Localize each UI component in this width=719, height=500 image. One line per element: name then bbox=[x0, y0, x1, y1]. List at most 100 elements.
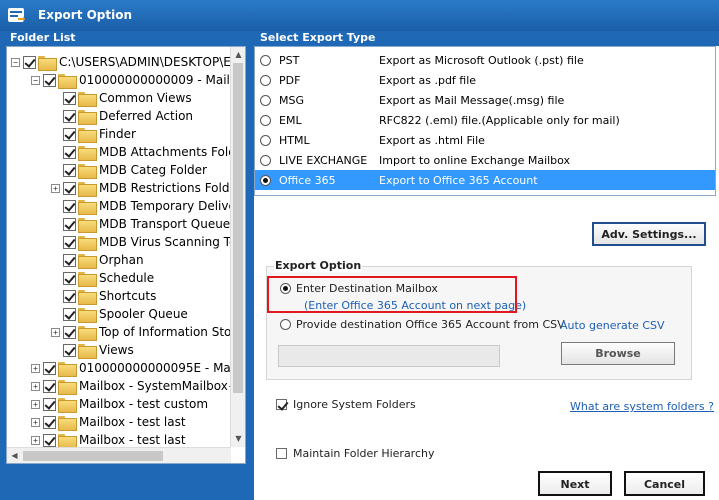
tree-node-checkbox[interactable] bbox=[63, 145, 76, 159]
expand-icon[interactable]: + bbox=[51, 327, 60, 337]
folder-icon bbox=[78, 235, 97, 251]
tree-node-checkbox[interactable] bbox=[63, 307, 76, 321]
tree-node[interactable]: − C:\USERS\ADMIN\DESKTOP\ED bbox=[11, 53, 231, 71]
export-settings-panel: PST Export as Microsoft Outlook (.pst) fi… bbox=[254, 46, 719, 500]
export-type-radio[interactable] bbox=[260, 174, 271, 186]
folder-tree-panel[interactable]: − C:\USERS\ADMIN\DESKTOP\ED − 0100000000000… bbox=[6, 46, 246, 464]
tree-node[interactable]: − 010000000000009 - Mailbox bbox=[31, 71, 231, 89]
export-type-radio[interactable] bbox=[260, 94, 271, 106]
tree-node[interactable]: MDB Transport Queue Fo bbox=[51, 215, 231, 233]
expand-icon[interactable]: + bbox=[31, 399, 40, 409]
tree-node-checkbox[interactable] bbox=[43, 433, 56, 447]
export-type-option[interactable]: PDF Export as .pdf file bbox=[255, 70, 715, 90]
export-type-name: EML bbox=[279, 113, 302, 127]
tree-node-label: MDB Temporary Delivery bbox=[99, 199, 231, 213]
tree-node[interactable]: Common Views bbox=[51, 89, 192, 107]
tree-node-checkbox[interactable] bbox=[43, 379, 56, 393]
tree-node[interactable]: Finder bbox=[51, 125, 136, 143]
tree-vertical-scrollbar[interactable]: ▲ ▼ bbox=[230, 47, 245, 447]
maintain-hierarchy-checkbox[interactable] bbox=[276, 448, 287, 459]
expand-icon[interactable]: + bbox=[31, 363, 40, 373]
tree-node-checkbox[interactable] bbox=[63, 253, 76, 267]
tree-node-checkbox[interactable] bbox=[63, 181, 76, 195]
tree-node[interactable]: Schedule bbox=[51, 269, 154, 287]
tree-node[interactable]: MDB Temporary Delivery bbox=[51, 197, 231, 215]
scroll-left-icon[interactable]: ◀ bbox=[7, 448, 22, 464]
export-type-radio[interactable] bbox=[260, 74, 271, 86]
tree-node[interactable]: Views bbox=[51, 341, 134, 359]
tree-node-checkbox[interactable] bbox=[63, 289, 76, 303]
tree-node-checkbox[interactable] bbox=[63, 235, 76, 249]
tree-node[interactable]: + Mailbox - SystemMailbox{80 bbox=[31, 377, 231, 395]
tree-node[interactable]: MDB Virus Scanning Ten bbox=[51, 233, 231, 251]
tree-node[interactable]: + MDB Restrictions Folder bbox=[51, 179, 231, 197]
tree-node-checkbox[interactable] bbox=[43, 361, 56, 375]
expand-icon[interactable]: + bbox=[31, 417, 40, 427]
collapse-icon[interactable]: − bbox=[31, 75, 40, 85]
title-bar: Export Option bbox=[0, 0, 719, 31]
tree-node[interactable]: + Mailbox - test last bbox=[31, 431, 186, 447]
tree-node-checkbox[interactable] bbox=[63, 325, 76, 339]
tree-node[interactable]: + Mailbox - test last bbox=[31, 413, 186, 431]
tree-node[interactable]: Shortcuts bbox=[51, 287, 156, 305]
browse-button[interactable]: Browse bbox=[561, 342, 675, 365]
tree-node[interactable]: MDB Attachments Folde bbox=[51, 143, 231, 161]
tree-node-label: Mailbox - test custom bbox=[79, 397, 209, 411]
export-type-name: HTML bbox=[279, 133, 310, 147]
tree-node[interactable]: MDB Categ Folder bbox=[51, 161, 207, 179]
tree-horizontal-thumb[interactable] bbox=[23, 451, 163, 461]
export-type-radio[interactable] bbox=[260, 114, 271, 126]
tree-node-checkbox[interactable] bbox=[63, 217, 76, 231]
tree-node[interactable]: + Mailbox - test custom bbox=[31, 395, 208, 413]
ignore-system-folders-row[interactable]: Ignore System Folders bbox=[276, 398, 416, 411]
export-type-option[interactable]: HTML Export as .html File bbox=[255, 130, 715, 150]
tree-node-checkbox[interactable] bbox=[63, 199, 76, 213]
tree-node-checkbox[interactable] bbox=[63, 91, 76, 105]
tree-node-checkbox[interactable] bbox=[43, 397, 56, 411]
folder-icon bbox=[58, 73, 77, 89]
tree-node-checkbox[interactable] bbox=[63, 109, 76, 123]
tree-node-checkbox[interactable] bbox=[43, 73, 56, 87]
export-type-option[interactable]: PST Export as Microsoft Outlook (.pst) fi… bbox=[255, 50, 715, 70]
tree-node[interactable]: +010000000000095E - Mailbox bbox=[31, 359, 231, 377]
tree-node[interactable]: Orphan bbox=[51, 251, 144, 269]
tree-node-checkbox[interactable] bbox=[63, 343, 76, 357]
collapse-icon[interactable]: − bbox=[11, 57, 20, 67]
export-type-option[interactable]: LIVE EXCHANGE Import to online Exchange M… bbox=[255, 150, 715, 170]
export-type-option[interactable]: MSG Export as Mail Message(.msg) file bbox=[255, 90, 715, 110]
export-type-list[interactable]: PST Export as Microsoft Outlook (.pst) fi… bbox=[254, 46, 716, 196]
adv-settings-button[interactable]: Adv. Settings... bbox=[592, 222, 706, 246]
expand-icon[interactable]: + bbox=[31, 435, 40, 445]
maintain-hierarchy-row[interactable]: Maintain Folder Hierarchy bbox=[276, 447, 435, 460]
csv-path-input[interactable] bbox=[278, 345, 500, 367]
tree-node[interactable]: + Top of Information Store bbox=[51, 323, 231, 341]
tree-node-checkbox[interactable] bbox=[63, 271, 76, 285]
tree-node-checkbox[interactable] bbox=[63, 127, 76, 141]
tree-node[interactable]: Deferred Action bbox=[51, 107, 193, 125]
export-type-radio[interactable] bbox=[260, 54, 271, 66]
tree-vertical-thumb[interactable] bbox=[233, 63, 243, 393]
csv-radio[interactable] bbox=[280, 319, 291, 330]
folder-tree[interactable]: − C:\USERS\ADMIN\DESKTOP\ED − 0100000000000… bbox=[7, 47, 231, 447]
tree-node-checkbox[interactable] bbox=[23, 55, 36, 69]
expand-icon[interactable]: + bbox=[31, 381, 40, 391]
export-type-option[interactable]: Office 365 Export to Office 365 Account bbox=[255, 170, 715, 190]
highlight-box bbox=[267, 276, 517, 313]
ignore-system-checkbox[interactable] bbox=[276, 399, 287, 410]
csv-option[interactable]: Provide destination Office 365 Account f… bbox=[280, 318, 565, 331]
auto-generate-csv[interactable]: Auto generate CSV bbox=[560, 319, 665, 332]
tree-node-checkbox[interactable] bbox=[63, 163, 76, 177]
what-are-system-folders-link[interactable]: What are system folders ? bbox=[570, 400, 714, 413]
tree-node-checkbox[interactable] bbox=[43, 415, 56, 429]
scroll-up-icon[interactable]: ▲ bbox=[231, 47, 246, 63]
export-type-radio[interactable] bbox=[260, 154, 271, 166]
tree-horizontal-scrollbar[interactable]: ◀ bbox=[7, 447, 231, 463]
export-type-option[interactable]: EML RFC822 (.eml) file.(Applicable only f… bbox=[255, 110, 715, 130]
scroll-down-icon[interactable]: ▼ bbox=[231, 431, 246, 447]
tree-node[interactable]: Spooler Queue bbox=[51, 305, 188, 323]
next-button[interactable]: Next bbox=[538, 471, 612, 496]
expand-icon[interactable]: + bbox=[51, 183, 60, 193]
cancel-button[interactable]: Cancel bbox=[624, 471, 705, 496]
export-type-radio[interactable] bbox=[260, 134, 271, 146]
